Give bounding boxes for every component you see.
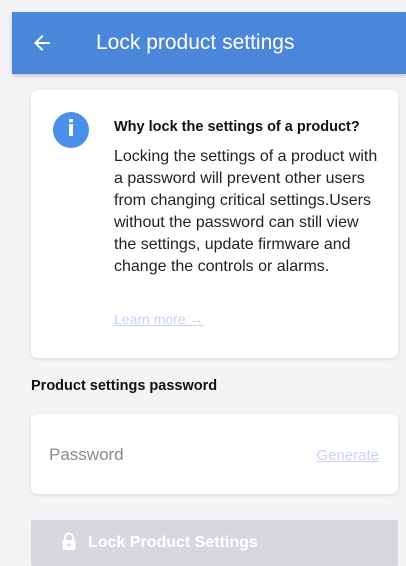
arrow-left-icon[interactable] — [30, 31, 54, 55]
learn-more-link[interactable]: Learn more → — [114, 311, 203, 327]
lock-button-label: Lock Product Settings — [88, 534, 258, 551]
lock-product-settings-button[interactable]: Lock Product Settings — [31, 520, 398, 566]
info-icon: i — [53, 112, 89, 148]
info-title: Why lock the settings of a product? — [114, 119, 360, 135]
lock-icon — [62, 532, 76, 550]
info-description: Locking the settings of a product with a… — [114, 148, 378, 275]
app-bar: Lock product settings — [12, 12, 406, 74]
password-section-label: Product settings password — [31, 378, 218, 394]
page-title: Lock product settings — [96, 31, 295, 54]
generate-link[interactable]: Generate — [316, 447, 379, 464]
password-card: Generate — [31, 414, 398, 494]
info-card: i Why lock the settings of a product? Lo… — [31, 90, 398, 358]
password-input[interactable] — [49, 442, 289, 468]
